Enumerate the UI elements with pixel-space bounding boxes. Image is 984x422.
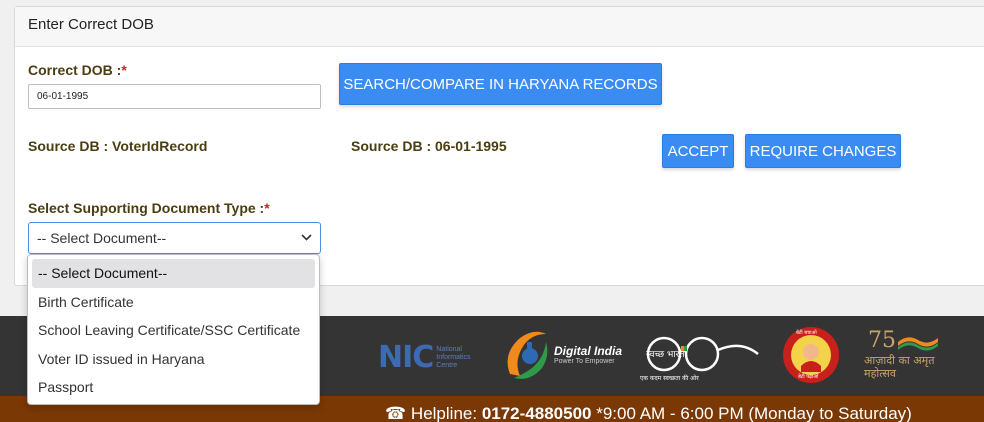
digital-india-logo: Digital India Power To Empower	[500, 324, 622, 384]
document-type-selected-value: -- Select Document--	[37, 230, 167, 246]
required-mark: *	[121, 62, 127, 78]
dropdown-option[interactable]: Voter ID issued in Haryana	[32, 345, 315, 374]
digital-india-title: Digital India	[554, 343, 623, 358]
card-header: Enter Correct DOB	[15, 7, 984, 47]
beti-bachao-text: बेटी बचाओ	[796, 330, 817, 336]
phone-icon: ☎	[385, 404, 407, 422]
helpline-hours: *9:00 AM - 6:00 PM (Monday to Saturday)	[596, 404, 912, 422]
digital-india-icon	[507, 331, 548, 379]
nic-logo-text: NIC	[378, 340, 434, 375]
nic-logo: NIC National Informatics Centre	[378, 340, 491, 375]
digital-india-subtitle: Power To Empower	[554, 357, 615, 365]
correct-dob-input[interactable]: 06-01-1995	[28, 84, 321, 109]
flag-wave-icon	[898, 337, 938, 351]
dropdown-option[interactable]: Birth Certificate	[32, 288, 315, 317]
dropdown-option[interactable]: School Leaving Certificate/SSC Certifica…	[32, 316, 315, 345]
azadi-amrit-mahotsav-logo: 75 आज़ादी का अमृत महोत्सव	[864, 328, 944, 388]
swachh-bharat-text: स्वच्छ भारत	[646, 350, 685, 360]
document-type-dropdown: -- Select Document-- Birth Certificate S…	[27, 254, 320, 405]
swachh-bharat-subtext: एक कदम स्वच्छता की ओर	[640, 375, 699, 382]
doc-type-label: Select Supporting Document Type :*	[28, 200, 270, 216]
helpline-number: 0172-4880500	[481, 404, 592, 422]
source-db-label: Source DB : VoterIdRecord	[28, 138, 208, 154]
correct-dob-label: Correct DOB :*	[28, 62, 127, 78]
azadi-text: आज़ादी का अमृत महोत्सव	[864, 354, 935, 380]
doc-type-label-text: Select Supporting Document Type :	[28, 200, 265, 216]
search-compare-button[interactable]: SEARCH/COMPARE IN HARYANA RECORDS	[339, 63, 662, 105]
accept-button[interactable]: ACCEPT	[662, 134, 734, 168]
beti-padhao-text: बेटी पढ़ाओ	[798, 374, 819, 380]
beti-bachao-logo: बेटी बचाओ बेटी पढ़ाओ	[782, 326, 840, 386]
dropdown-option[interactable]: Passport	[32, 373, 315, 402]
require-changes-button[interactable]: REQUIRE CHANGES	[745, 134, 901, 168]
document-type-select[interactable]: -- Select Document--	[28, 222, 321, 254]
azadi-75-text: 75	[868, 328, 896, 353]
nic-logo-subtext: National Informatics Centre	[436, 345, 471, 369]
source-db-value: Source DB : 06-01-1995	[351, 138, 507, 154]
helpline-label: Helpline:	[410, 404, 478, 422]
dropdown-option[interactable]: -- Select Document--	[32, 259, 315, 288]
swachh-bharat-logo: स्वच्छ भारत एक कदम स्वच्छता की ओर	[636, 332, 766, 386]
chevron-down-icon	[301, 233, 312, 244]
required-mark: *	[264, 200, 270, 216]
correct-dob-label-text: Correct DOB :	[28, 62, 122, 78]
